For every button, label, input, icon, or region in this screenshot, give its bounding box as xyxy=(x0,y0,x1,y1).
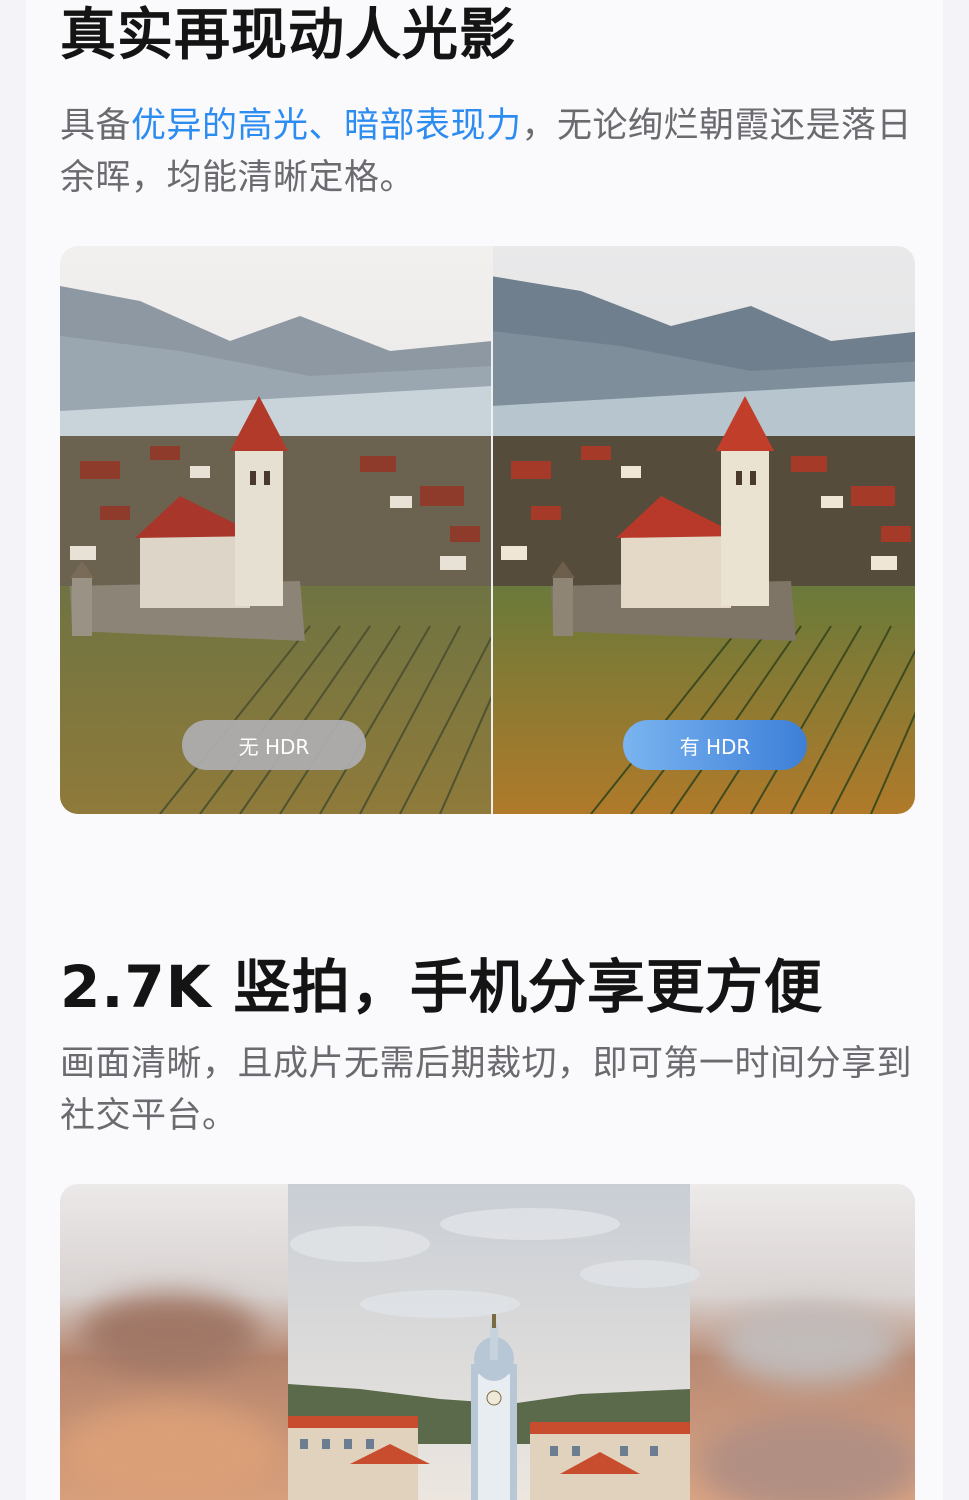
no-hdr-photo: 无 HDR xyxy=(60,246,492,814)
hdr-label: 有 HDR xyxy=(623,720,807,770)
section-title-hdr: 真实再现动人光影 xyxy=(60,3,516,68)
hdr-comparison-image: 无 HDR 有 HDR xyxy=(60,246,915,814)
section-desc-hdr: 具备优异的高光、暗部表现力，无论绚烂朝霞还是落日余晖，均能清晰定格。 xyxy=(60,100,920,204)
abbey-vertical-image xyxy=(60,1184,915,1500)
no-hdr-label: 无 HDR xyxy=(182,720,366,770)
hdr-photo: 有 HDR xyxy=(493,246,915,814)
desc-highlight: 优异的高光、暗部表现力 xyxy=(131,106,522,146)
vertical-shot-image xyxy=(60,1184,915,1500)
section-title-vertical: 2.7K 竖拍，手机分享更方便 xyxy=(60,953,823,1021)
section-desc-vertical: 画面清晰，且成片无需后期裁切，即可第一时间分享到社交平台。 xyxy=(60,1044,913,1136)
desc-prefix: 具备 xyxy=(60,106,132,146)
